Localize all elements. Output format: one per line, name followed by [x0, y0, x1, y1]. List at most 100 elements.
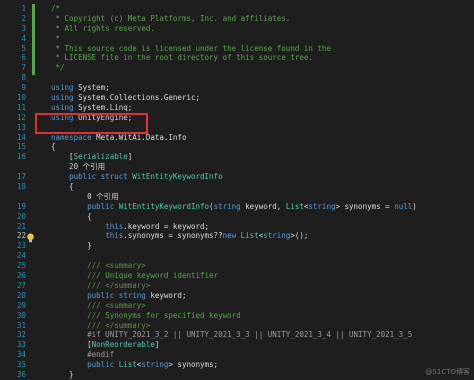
code-text[interactable]: /// Unique keyword identifier	[51, 271, 218, 281]
code-line[interactable]: 3 * All rights reserved.	[0, 24, 474, 34]
code-text[interactable]: * Copyright (c) Meta Platforms, Inc. and…	[51, 14, 291, 24]
line-number: 30	[16, 310, 26, 320]
code-text[interactable]: #endif	[51, 350, 114, 360]
code-line[interactable]: 22 this.synonyms = synonyms??new List<st…	[0, 231, 474, 241]
code-token: public	[87, 201, 115, 211]
code-line[interactable]: 16 [Serializable]	[0, 152, 474, 162]
lightbulb-icon[interactable]	[26, 233, 35, 243]
code-text[interactable]: {	[51, 212, 92, 222]
code-text[interactable]: /*	[51, 4, 60, 14]
code-token: #if UNITY_2021_3_2 || UNITY_2021_3_3 || …	[51, 330, 413, 340]
code-text[interactable]: *	[51, 34, 61, 44]
line-number: 12	[16, 112, 26, 122]
code-token: NonReorderable	[91, 340, 155, 350]
code-line[interactable]: 23 }	[0, 241, 474, 251]
code-text[interactable]: public WitEntityKeywordInfo(string keywo…	[51, 202, 417, 212]
code-text[interactable]: {	[51, 182, 74, 192]
line-number: 29	[16, 300, 26, 310]
code-token: .synonyms = synonyms??	[123, 231, 223, 241]
code-text[interactable]: 0 个引用	[51, 192, 119, 202]
code-line[interactable]: 18 {	[0, 182, 474, 192]
line-number: 6	[21, 53, 26, 63]
code-line[interactable]: 20 {	[0, 212, 474, 222]
code-line[interactable]: 21 this.keyword = keyword;	[0, 222, 474, 232]
code-line[interactable]: 29 /// <summary>	[0, 301, 474, 311]
code-text[interactable]: */	[51, 63, 65, 73]
code-line[interactable]: 36 }	[0, 370, 474, 380]
code-text[interactable]: 20 个引用	[51, 162, 105, 172]
code-text[interactable]: /// </summary>	[51, 321, 150, 331]
code-text[interactable]: public string keyword;	[51, 291, 186, 301]
code-text[interactable]: this.keyword = keyword;	[51, 222, 209, 232]
code-text[interactable]: this.synonyms = synonyms??new List<strin…	[51, 231, 308, 241]
code-line[interactable]: 20 个引用	[0, 162, 474, 172]
code-line[interactable]: 4 *	[0, 34, 474, 44]
line-number: 7	[21, 63, 26, 73]
code-line[interactable]: 17 public struct WitEntityKeywordInfo	[0, 172, 474, 182]
code-token: public struct	[69, 172, 128, 182]
code-line[interactable]: 14 namespace Meta.WitAi.Data.Info	[0, 133, 474, 143]
code-text[interactable]: [NonReorderable]	[51, 340, 159, 350]
code-text[interactable]: {	[51, 142, 56, 152]
code-line[interactable]: 1 /*	[0, 4, 474, 14]
watermark: @51CTO博客	[425, 368, 470, 376]
code-line[interactable]: 25 /// <summary>	[0, 261, 474, 271]
code-line[interactable]: 28 public string keyword;	[0, 291, 474, 301]
code-line[interactable]: 9 using System;	[0, 83, 474, 93]
code-line[interactable]: 30 /// Synonyms for specified keyword	[0, 311, 474, 321]
code-text[interactable]: using System.Linq;	[51, 103, 132, 113]
code-line[interactable]: 33 [NonReorderable]	[0, 340, 474, 350]
code-token: [	[51, 152, 74, 162]
code-line[interactable]: 31 /// </summary>	[0, 321, 474, 331]
code-text[interactable]: public List<string> synonyms;	[51, 360, 218, 370]
code-text[interactable]: * LICENSE file in the root directory of …	[51, 53, 313, 63]
code-token: * LICENSE file in the root directory of …	[51, 53, 313, 63]
line-number: 31	[16, 320, 26, 330]
code-text[interactable]: /// <summary>	[51, 261, 146, 271]
code-line[interactable]: 10 using System.Collections.Generic;	[0, 93, 474, 103]
code-text[interactable]: using System.Collections.Generic;	[51, 93, 200, 103]
code-token: System;	[73, 83, 110, 93]
line-number: 18	[16, 182, 26, 192]
code-text[interactable]: * All rights reserved.	[51, 24, 155, 34]
code-text[interactable]: }	[51, 370, 74, 380]
code-token: }	[51, 369, 74, 379]
code-text[interactable]: * This source code is licensed under the…	[51, 44, 331, 54]
code-line[interactable]: 35 public List<string> synonyms;	[0, 360, 474, 370]
code-token: * All rights reserved.	[51, 23, 155, 33]
code-token: public	[87, 360, 115, 370]
code-text[interactable]: /// </summary>	[51, 281, 150, 291]
code-line[interactable]: 5 * This source code is licensed under t…	[0, 44, 474, 54]
code-text[interactable]: namespace Meta.WitAi.Data.Info	[51, 133, 186, 143]
code-text[interactable]: [Serializable]	[51, 152, 132, 162]
code-text[interactable]: /// <summary>	[51, 301, 146, 311]
code-line[interactable]: 26 /// Unique keyword identifier	[0, 271, 474, 281]
code-line[interactable]: 15 {	[0, 142, 474, 152]
code-token: WitEntityKeywordInfo	[132, 172, 223, 182]
code-line[interactable]: 0 个引用	[0, 192, 474, 202]
code-line[interactable]: 8	[0, 73, 474, 83]
code-text[interactable]: #if UNITY_2021_3_2 || UNITY_2021_3_3 || …	[51, 330, 412, 340]
line-number: 1	[21, 4, 26, 13]
code-token: </summary>	[105, 320, 151, 330]
code-line[interactable]: 32 #if UNITY_2021_3_2 || UNITY_2021_3_3 …	[0, 330, 474, 340]
code-editor[interactable]: 1 /* 2 * Copyright (c) Meta Platforms, Inc…	[0, 0, 474, 380]
code-token: ]	[154, 340, 160, 350]
code-token: keyword,	[240, 201, 286, 211]
code-lines[interactable]: 1 /* 2 * Copyright (c) Meta Platforms, Inc…	[0, 4, 474, 380]
code-text[interactable]: using System;	[51, 83, 110, 93]
code-line[interactable]: 2 * Copyright (c) Meta Platforms, Inc. a…	[0, 14, 474, 24]
code-token: ///	[51, 310, 106, 320]
code-line[interactable]: 7 */	[0, 63, 474, 73]
code-line[interactable]: 24	[0, 251, 474, 261]
code-line[interactable]: 27 /// </summary>	[0, 281, 474, 291]
line-number: 14	[16, 132, 26, 142]
line-number: 11	[16, 102, 26, 112]
code-text[interactable]: public struct WitEntityKeywordInfo	[51, 172, 223, 182]
code-text[interactable]: }	[51, 241, 92, 251]
code-text[interactable]: /// Synonyms for specified keyword	[51, 311, 241, 321]
code-line[interactable]: 34 #endif	[0, 350, 474, 360]
code-line[interactable]: 11 using System.Linq;	[0, 103, 474, 113]
code-line[interactable]: 6 * LICENSE file in the root directory o…	[0, 53, 474, 63]
code-line[interactable]: 19 public WitEntityKeywordInfo(string ke…	[0, 202, 474, 212]
